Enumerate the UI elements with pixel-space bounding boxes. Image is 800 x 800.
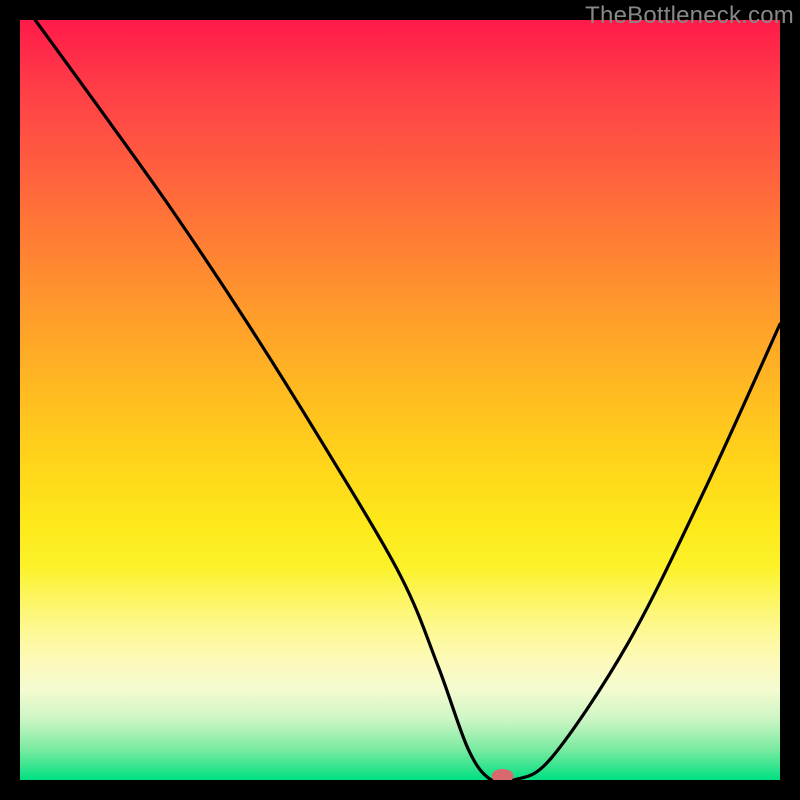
curve-layer [20,20,780,780]
chart-frame: TheBottleneck.com [0,0,800,800]
watermark-text: TheBottleneck.com [585,2,794,30]
bottleneck-curve [35,20,780,780]
plot-area [20,20,780,780]
optimal-marker [492,769,514,780]
